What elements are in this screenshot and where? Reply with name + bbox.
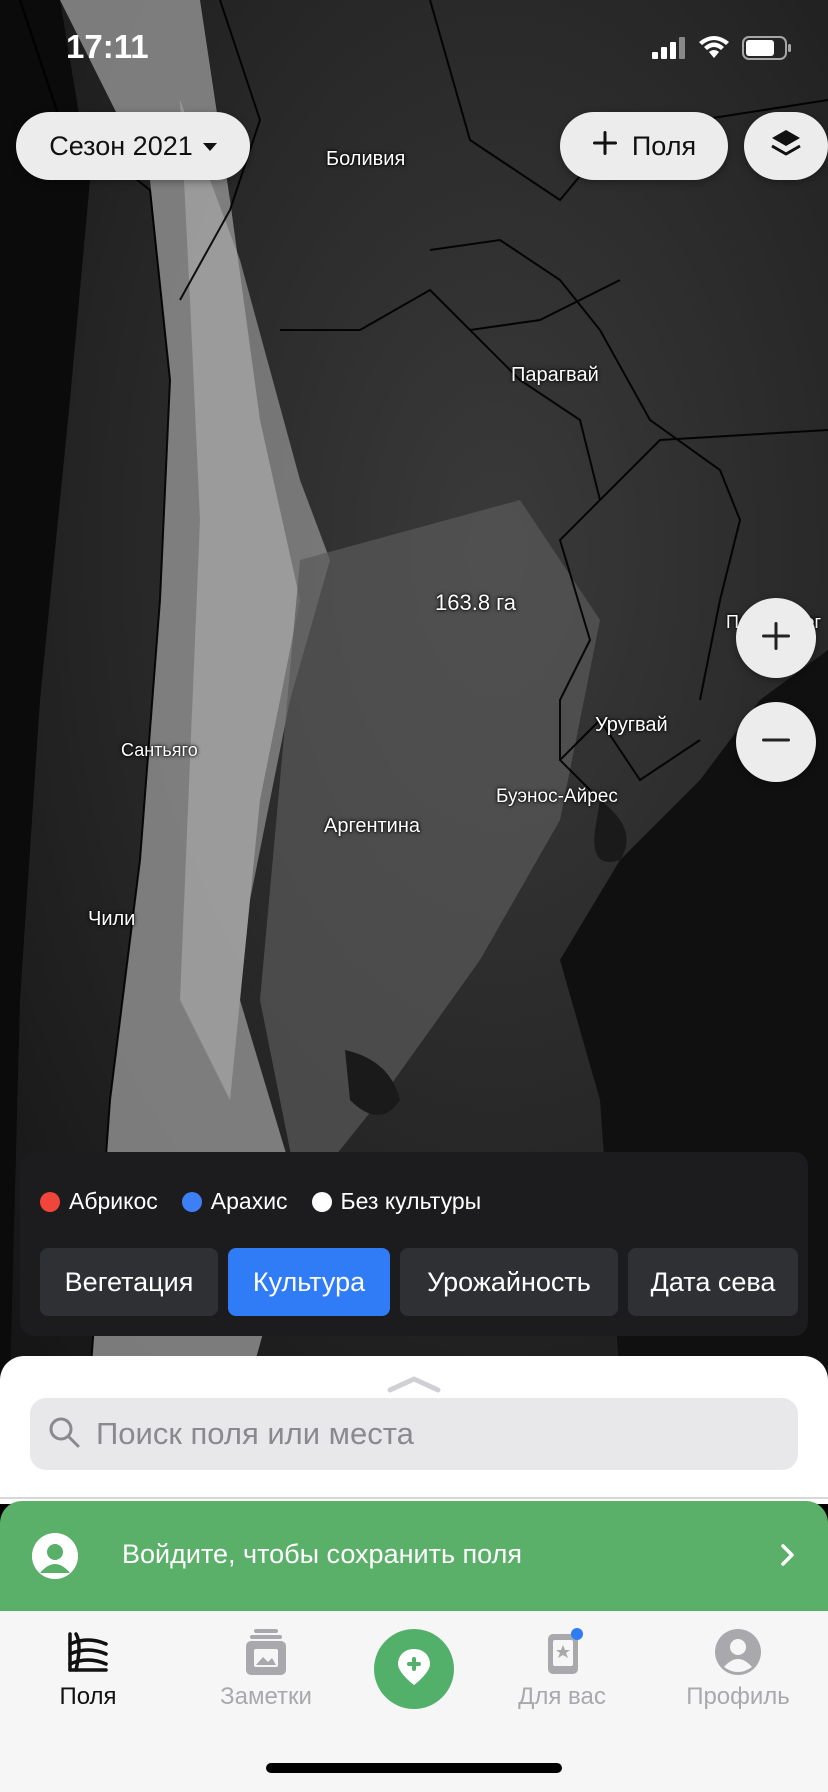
home-indicator[interactable] (266, 1763, 562, 1773)
minus-icon (761, 725, 791, 760)
wifi-icon (698, 36, 730, 65)
map-label-bolivia: Боливия (326, 148, 406, 170)
season-selector-button[interactable]: Сезон 2021 (16, 112, 250, 180)
search-input[interactable] (96, 1416, 776, 1452)
map-label-buenos-aires: Буэнос-Айрес (496, 786, 618, 807)
tab-crop[interactable]: Культура (228, 1248, 390, 1316)
legend-dot (40, 1191, 60, 1212)
plus-icon (592, 130, 618, 163)
status-time: 17:11 (66, 28, 149, 65)
legend-dot (181, 1191, 202, 1212)
map-layers-button[interactable] (744, 112, 828, 180)
legend-item: Абрикос (40, 1188, 158, 1215)
divider (0, 1497, 828, 1499)
layers-icon (769, 127, 803, 166)
user-avatar-icon (32, 1533, 78, 1579)
search-field[interactable] (30, 1398, 798, 1470)
tab-for-you[interactable]: Для вас (482, 1611, 642, 1721)
battery-icon (742, 36, 792, 65)
legend-label: Без культуры (340, 1188, 482, 1214)
caret-down-icon (202, 143, 217, 151)
legend-label: Арахис (210, 1188, 288, 1214)
map-label-santiago: Сантьяго (121, 740, 198, 760)
status-bar: 17:11 (0, 0, 828, 100)
tab-label: Профиль (686, 1683, 790, 1710)
season-label: Сезон 2021 (49, 130, 193, 161)
search-icon (48, 1416, 80, 1453)
sheet-handle-icon[interactable] (386, 1374, 442, 1399)
cellular-signal-icon (652, 37, 686, 64)
legend-item: Без культуры (311, 1188, 482, 1215)
tab-notes[interactable]: Заметки (186, 1611, 346, 1721)
tab-vegetation[interactable]: Вегетация (40, 1248, 218, 1316)
crop-legend-panel: Абрикос Арахис Без культуры Вегетация Ку… (20, 1152, 808, 1336)
map-label-chile: Чили (88, 908, 136, 930)
profile-icon (715, 1627, 761, 1677)
login-banner[interactable]: Войдите, чтобы сохранить поля (0, 1501, 828, 1611)
add-location-icon (396, 1647, 432, 1692)
field-area-label[interactable]: 163.8 га (435, 590, 516, 616)
add-fields-button[interactable]: Поля (560, 112, 728, 180)
zoom-in-button[interactable] (736, 598, 816, 678)
map-label-paraguay: Парагвай (511, 364, 599, 386)
tab-fields[interactable]: Поля (8, 1611, 168, 1721)
map-label-uruguay: Уругвай (595, 714, 668, 736)
legend-dot (311, 1191, 332, 1212)
tab-label: Для вас (518, 1683, 606, 1710)
tab-sowing-date[interactable]: Дата сева (628, 1248, 798, 1316)
bottom-sheet[interactable] (0, 1356, 828, 1504)
map-mode-tabs: Вегетация Культура Урожайность Дата сева (40, 1248, 798, 1316)
map-label-argentina: Аргентина (324, 815, 420, 837)
add-note-button[interactable] (374, 1629, 454, 1709)
chevron-right-icon (780, 1543, 796, 1572)
tab-label: Поля (59, 1683, 117, 1710)
for-you-icon (540, 1627, 584, 1677)
legend-item: Арахис (181, 1188, 288, 1215)
notes-icon (246, 1627, 286, 1677)
legend-label: Абрикос (69, 1188, 158, 1214)
status-icons (652, 36, 792, 65)
plus-icon (761, 621, 791, 656)
login-banner-text: Войдите, чтобы сохранить поля (122, 1539, 522, 1569)
tab-label: Заметки (220, 1683, 312, 1710)
notification-badge (571, 1628, 583, 1640)
add-fields-label: Поля (631, 130, 697, 161)
tab-yield[interactable]: Урожайность (400, 1248, 618, 1316)
zoom-out-button[interactable] (736, 702, 816, 782)
fields-icon (66, 1627, 110, 1677)
crop-legend: Абрикос Арахис Без культуры (40, 1188, 481, 1215)
tab-profile[interactable]: Профиль (658, 1611, 818, 1721)
